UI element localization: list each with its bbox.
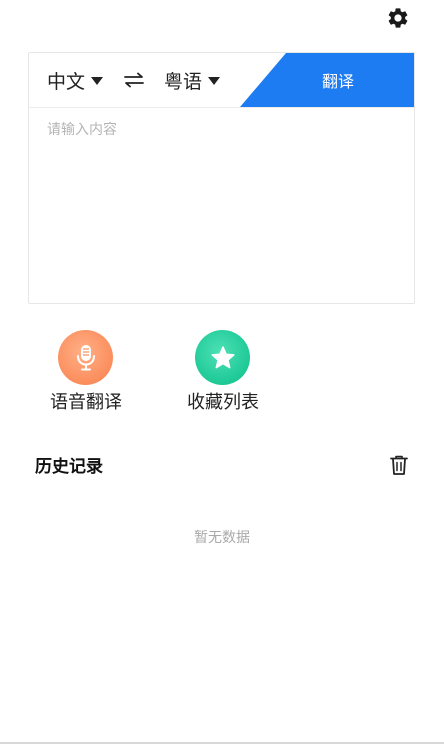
source-language-select[interactable]: 中文	[47, 67, 104, 93]
target-language-select[interactable]: 粤语	[164, 67, 221, 93]
translate-card: 中文 粤语 翻译	[28, 52, 415, 304]
settings-button[interactable]	[386, 6, 410, 30]
clear-history-button[interactable]	[389, 454, 409, 476]
star-icon	[210, 345, 235, 368]
voice-translate-label: 语音翻译	[50, 392, 122, 413]
language-bar: 中文 粤语 翻译	[29, 53, 414, 108]
voice-translate-button[interactable]: 语音翻译	[31, 330, 141, 414]
history-empty-text: 暂无数据	[194, 530, 250, 546]
favorites-icon-circle	[195, 330, 250, 385]
swap-arrows-icon	[124, 72, 144, 88]
swap-languages-button[interactable]	[123, 70, 145, 90]
favorites-list-button[interactable]: 收藏列表	[168, 330, 278, 414]
favorites-list-label: 收藏列表	[187, 392, 259, 413]
voice-translate-icon-circle	[58, 330, 113, 385]
caret-down-icon	[208, 77, 221, 85]
caret-down-icon	[91, 77, 104, 85]
translate-button[interactable]: 翻译	[240, 53, 414, 107]
microphone-icon	[76, 344, 95, 370]
translate-input[interactable]	[47, 119, 397, 289]
trash-icon	[390, 455, 408, 475]
target-language-label: 粤语	[164, 70, 203, 93]
history-title: 历史记录	[35, 457, 103, 477]
translate-button-label: 翻译	[321, 72, 354, 91]
gear-icon	[388, 8, 408, 28]
source-language-label: 中文	[47, 70, 86, 93]
